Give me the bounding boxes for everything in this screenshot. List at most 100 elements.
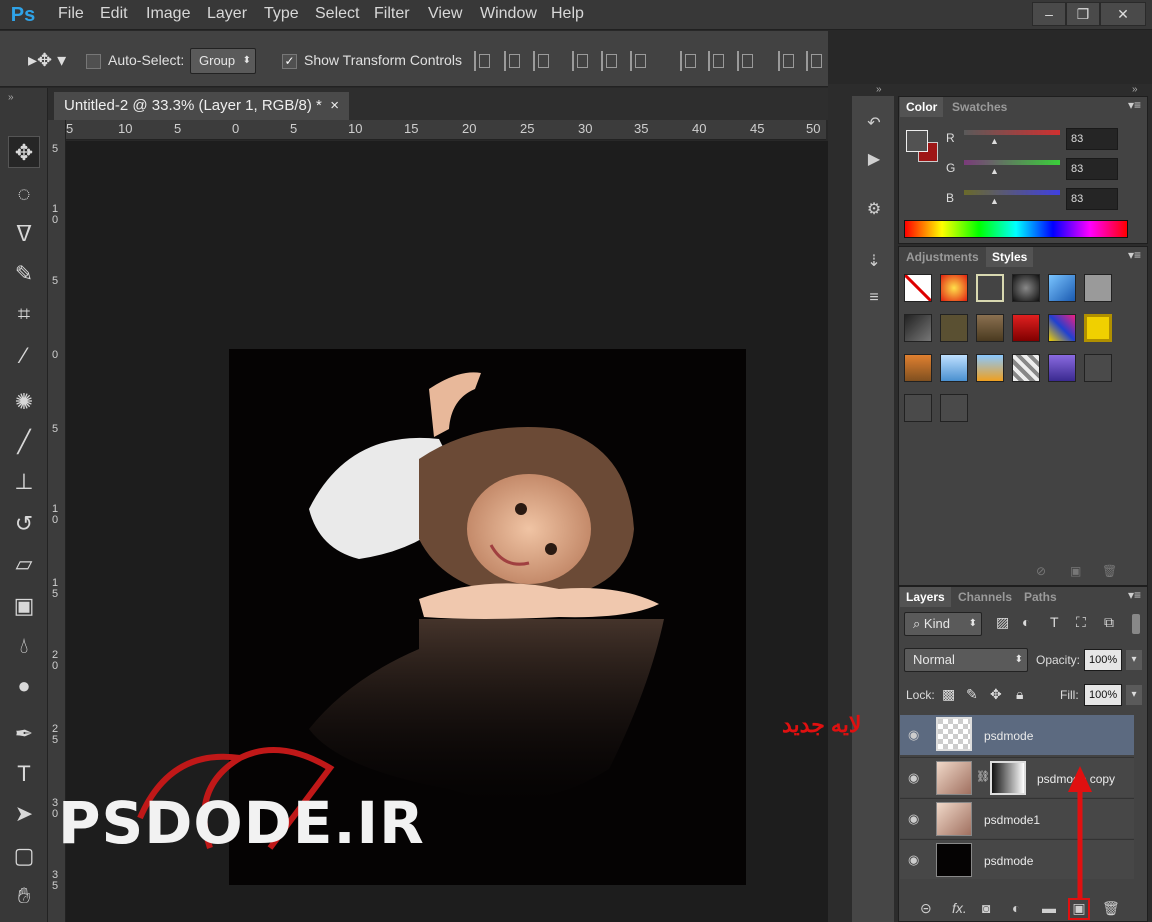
color-spectrum-ramp[interactable] (904, 220, 1128, 238)
style-swatch-16[interactable] (1012, 354, 1040, 382)
style-swatch-8[interactable] (940, 314, 968, 342)
healing-brush-tool-icon[interactable]: ✺ (8, 386, 40, 418)
style-swatch-10[interactable] (1012, 314, 1040, 342)
align-vcenter-icon[interactable] (504, 51, 522, 71)
layer-filter-dropdown[interactable]: ⌕ Kind ⬍ (904, 612, 982, 636)
adjustments-sliders-icon[interactable]: ≡ (860, 284, 888, 312)
auto-select-dropdown[interactable]: Group ⬍ (190, 48, 256, 74)
layers-panel-menu-icon[interactable]: ▾≡ (1128, 588, 1141, 602)
style-swatch-17[interactable] (1048, 354, 1076, 382)
style-swatch-5[interactable] (1048, 274, 1076, 302)
lock-pixels-icon[interactable]: ✎ (966, 686, 978, 703)
channel-r-slider[interactable] (964, 130, 1060, 135)
visibility-eye-icon[interactable]: ◉ (908, 811, 919, 827)
filter-adjustment-icon[interactable]: ◐ (1022, 614, 1030, 630)
tab-paths[interactable]: Paths (1018, 587, 1063, 607)
pen-tool-icon[interactable]: ✒︎ (8, 718, 40, 750)
style-swatch-15[interactable] (976, 354, 1004, 382)
brush-presets-icon[interactable]: ⇣ (860, 248, 888, 276)
gradient-tool-icon[interactable]: ▣ (8, 590, 40, 622)
history-brush-tool-icon[interactable]: ↺ (8, 508, 40, 540)
visibility-eye-icon[interactable]: ◉ (908, 852, 919, 868)
channel-g-value[interactable]: 83 (1066, 158, 1118, 180)
align-bottom-icon[interactable] (533, 51, 551, 71)
new-style-icon[interactable]: ▣ (1070, 564, 1081, 578)
brush-tool-icon[interactable]: ╱ (8, 426, 40, 458)
show-transform-checkbox[interactable]: ✓ (282, 54, 297, 69)
crop-tool-icon[interactable]: ⌗ (8, 298, 40, 330)
delete-style-icon[interactable]: 🗑︎ (1102, 564, 1117, 578)
distribute-bottom-icon[interactable] (737, 51, 755, 71)
fx-icon[interactable]: fx. (952, 900, 967, 916)
align-top-icon[interactable] (474, 51, 492, 71)
menu-edit[interactable]: Edit (100, 4, 128, 24)
move-tool-icon[interactable]: ✥ (8, 136, 40, 168)
move-tool-preset-icon[interactable]: ▸✥ ▾ (28, 50, 66, 71)
menu-layer[interactable]: Layer (207, 4, 247, 24)
tab-swatches[interactable]: Swatches (946, 97, 1013, 117)
filter-toggle-switch[interactable] (1132, 614, 1140, 634)
layer-row-psdmode-new[interactable]: ◉ psdmode (900, 715, 1134, 755)
lock-all-icon[interactable]: 🔒︎ (1016, 686, 1023, 703)
type-tool-icon[interactable]: T (8, 758, 40, 790)
restore-button[interactable]: ❐ (1066, 2, 1100, 26)
tab-styles[interactable]: Styles (986, 247, 1034, 267)
channel-b-thumb-icon[interactable]: ▲ (990, 196, 999, 206)
style-swatch-20[interactable] (940, 394, 968, 422)
menu-help[interactable]: Help (551, 4, 584, 24)
opacity-dropdown-icon[interactable]: ▾ (1126, 650, 1142, 670)
style-swatch-14[interactable] (940, 354, 968, 382)
visibility-eye-icon[interactable]: ◉ (908, 727, 919, 743)
distribute-hcenter-icon[interactable] (806, 51, 824, 71)
layer-row-psdmode-bg[interactable]: ◉ psdmode (900, 839, 1134, 879)
clone-stamp-tool-icon[interactable]: ⊥ (8, 466, 40, 498)
style-swatch-6[interactable] (1084, 274, 1112, 302)
minimize-button[interactable]: – (1032, 2, 1066, 26)
align-right-icon[interactable] (630, 51, 648, 71)
blend-mode-dropdown[interactable]: Normal ⬍ (904, 648, 1028, 672)
close-tab-icon[interactable]: × (330, 97, 339, 114)
channel-g-thumb-icon[interactable]: ▲ (990, 166, 999, 176)
blur-tool-icon[interactable]: 💧︎ (8, 630, 40, 662)
channel-b-slider[interactable] (964, 190, 1060, 195)
collapse-tools-icon[interactable]: » (8, 92, 14, 103)
tab-channels[interactable]: Channels (952, 587, 1018, 607)
rectangle-tool-icon[interactable]: ▢ (8, 840, 40, 872)
style-swatch-11[interactable] (1048, 314, 1076, 342)
distribute-vcenter-icon[interactable] (708, 51, 726, 71)
dodge-tool-icon[interactable]: ● (8, 670, 40, 702)
style-swatch-19[interactable] (904, 394, 932, 422)
style-swatch-18[interactable] (1084, 354, 1112, 382)
layer-name[interactable]: psdmode (984, 729, 1033, 743)
menu-filter[interactable]: Filter (374, 4, 410, 24)
actions-play-icon[interactable]: ▶ (860, 146, 888, 174)
menu-file[interactable]: File (58, 4, 84, 24)
new-layer-icon[interactable]: ▣ (1068, 898, 1090, 920)
style-swatch-13[interactable] (904, 354, 932, 382)
lasso-tool-icon[interactable]: ᐁ (8, 218, 40, 250)
filter-smartobject-icon[interactable]: ⧉ (1104, 614, 1114, 631)
filter-pixel-icon[interactable]: ▨ (996, 614, 1009, 631)
marquee-tool-icon[interactable]: ◌ (8, 178, 40, 210)
new-group-icon[interactable]: ▬ (1042, 900, 1056, 916)
collapse-panels-icon[interactable]: » (1132, 84, 1138, 95)
tab-adjustments[interactable]: Adjustments (900, 247, 985, 267)
add-mask-icon[interactable]: ◙ (982, 900, 990, 916)
channel-r-value[interactable]: 83 (1066, 128, 1118, 150)
filter-shape-icon[interactable]: ⛶ (1076, 614, 1086, 631)
style-swatch-9[interactable] (976, 314, 1004, 342)
distribute-left-icon[interactable] (778, 51, 796, 71)
menu-type[interactable]: Type (264, 4, 299, 24)
distribute-top-icon[interactable] (680, 51, 698, 71)
eyedropper-tool-icon[interactable]: ⁄ (8, 340, 40, 372)
auto-select-checkbox[interactable] (86, 54, 101, 69)
tab-color[interactable]: Color (900, 97, 944, 117)
layer-row-psdmode-copy[interactable]: ◉ ⛓︎ psdmode copy (900, 757, 1134, 797)
style-swatch-4[interactable] (1012, 274, 1040, 302)
style-swatch-3[interactable] (976, 274, 1004, 302)
close-button[interactable]: ✕ (1100, 2, 1146, 26)
adjustment-layer-icon[interactable]: ◐ (1012, 900, 1020, 916)
layer-mask-thumbnail[interactable] (990, 761, 1026, 795)
fill-dropdown-icon[interactable]: ▾ (1126, 685, 1142, 705)
menu-select[interactable]: Select (315, 4, 359, 24)
